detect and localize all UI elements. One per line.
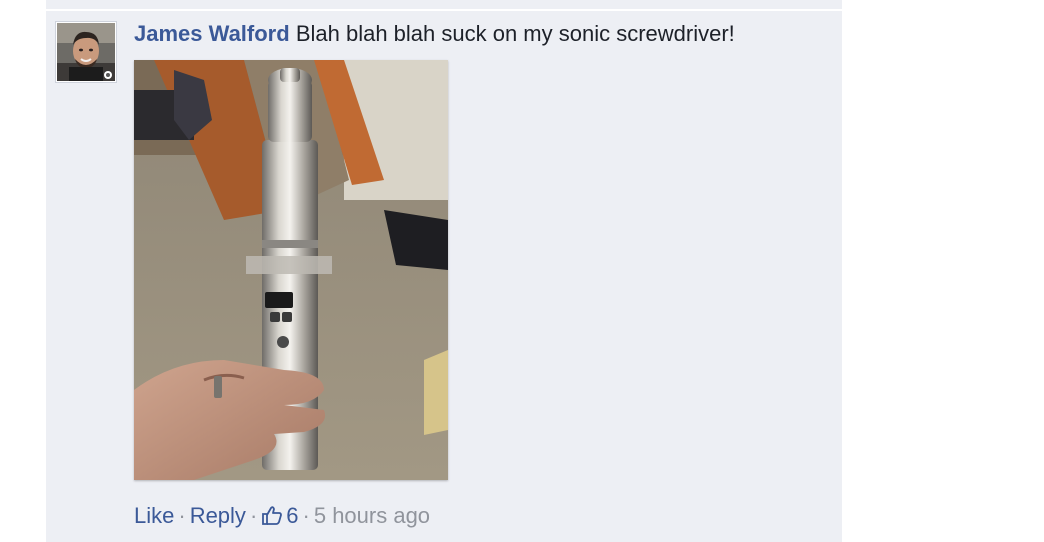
comment-divider	[46, 9, 842, 11]
like-count-number: 6	[286, 503, 299, 528]
action-separator: ·	[302, 503, 310, 528]
comment-timestamp[interactable]: 5 hours ago	[314, 503, 430, 528]
comment-body: James Walford Blah blah blah suck on my …	[134, 20, 735, 48]
photo-image	[134, 60, 448, 480]
author-avatar[interactable]	[55, 21, 117, 83]
comment-actions: Like · Reply · 6 · 5 hours ago	[134, 502, 430, 530]
page-stage: James Walford Blah blah blah suck on my …	[0, 0, 1044, 542]
comment-photo[interactable]	[134, 60, 448, 480]
reply-button[interactable]: Reply	[190, 503, 246, 528]
avatar-image	[57, 23, 115, 81]
comment-author-link[interactable]: James Walford	[134, 21, 290, 46]
like-count-link[interactable]: 6	[261, 502, 299, 530]
action-separator: ·	[249, 503, 258, 528]
action-separator: ·	[178, 503, 186, 528]
thumbs-up-icon	[262, 506, 283, 525]
comment-text: Blah blah blah suck on my sonic screwdri…	[295, 21, 735, 46]
like-button[interactable]: Like	[134, 503, 174, 528]
